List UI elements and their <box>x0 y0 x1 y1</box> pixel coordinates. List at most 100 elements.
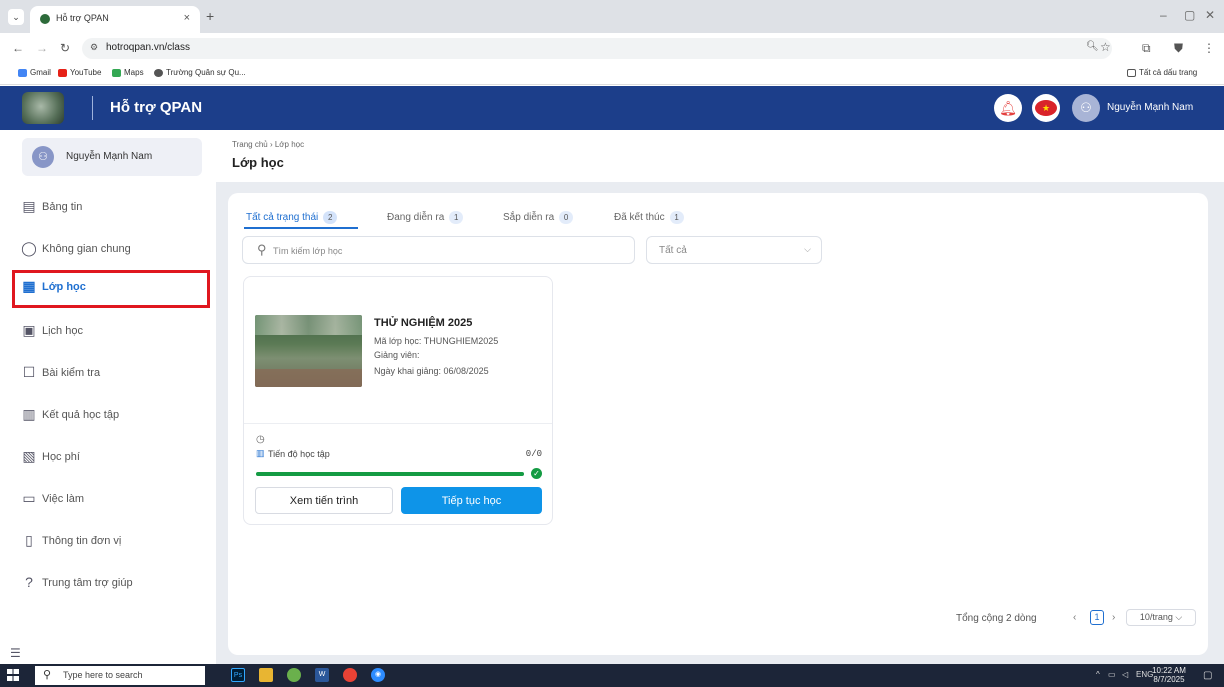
page-size-select[interactable]: 10/trang ⌵ <box>1126 609 1196 626</box>
bar-chart-icon: ▥ <box>256 448 265 458</box>
tab-label: Đang diễn ra <box>387 212 445 223</box>
windows-taskbar: ⚲ Type here to search Ps W ◉ ^ ▭ ◁ ENG 1… <box>0 664 1224 687</box>
tab-count-badge: 1 <box>669 211 684 224</box>
notification-bell-icon[interactable]: 🔔︎ <box>994 94 1022 122</box>
browser-menu-icon[interactable]: ⋮ <box>1203 41 1215 55</box>
next-page-icon[interactable]: › <box>1112 612 1115 623</box>
course-start-date: Ngày khai giảng: 06/08/2025 <box>374 366 489 376</box>
address-bar[interactable]: ⚙ hotroqpan.vn/class 🔍︎ ☆ <box>82 38 1112 59</box>
breadcrumb[interactable]: Trang chủ › Lớp học <box>232 140 304 149</box>
prev-page-icon[interactable]: ‹ <box>1073 612 1076 623</box>
newsfeed-icon: ▤ <box>22 198 36 214</box>
continue-learning-button[interactable]: Tiếp tục học <box>401 487 542 514</box>
vietnam-flag-icon: ★ <box>1035 100 1057 116</box>
progress-bar-fill <box>256 472 524 476</box>
sidebar-item-bang-tin[interactable]: ▤ Bảng tin <box>12 190 210 224</box>
chevron-down-icon: ⌵ <box>804 244 811 254</box>
site-info-icon[interactable]: ⚙ <box>90 42 98 53</box>
app-logo[interactable] <box>22 92 64 124</box>
tab-finished[interactable]: Đã kết thúc 1 <box>614 211 684 224</box>
profile-shield-icon[interactable]: ⛊ <box>1174 41 1183 56</box>
taskbar-clock[interactable]: 10:22 AM 8/7/2025 <box>1149 666 1189 684</box>
course-thumbnail[interactable] <box>255 315 362 387</box>
photoshop-icon[interactable]: Ps <box>231 668 245 682</box>
grid-icon: ▦ <box>22 278 36 294</box>
all-bookmarks[interactable]: Tất cả dấu trang <box>1127 68 1197 77</box>
tab-count-badge: 2 <box>323 211 338 224</box>
bookmark-maps[interactable]: Maps <box>112 68 144 77</box>
notification-center-icon[interactable]: ▢ <box>1203 670 1212 681</box>
reload-icon[interactable]: ↻ <box>60 41 70 55</box>
card-divider <box>244 423 552 424</box>
tab-ongoing[interactable]: Đang diễn ra 1 <box>387 211 464 224</box>
minimize-icon[interactable]: – <box>1160 8 1167 22</box>
sidebar-item-ket-qua-hoc-tap[interactable]: ▥ Kết quả học tập <box>12 398 210 432</box>
back-icon[interactable]: ← <box>12 41 24 55</box>
page-size-value: 10/trang <box>1139 612 1173 622</box>
restore-icon[interactable]: ▢ <box>1184 8 1195 22</box>
search-icon: ⚲ <box>43 669 52 681</box>
new-tab-icon[interactable]: + <box>206 8 214 24</box>
tab-count-badge: 1 <box>449 211 464 224</box>
tab-search-chevron-icon[interactable]: ⌄ <box>8 9 24 25</box>
chrome-icon[interactable] <box>343 668 357 682</box>
page-header: Trang chủ › Lớp học Lớp học <box>216 130 1224 182</box>
sidebar-item-label: Lịch học <box>42 325 83 337</box>
tab-count-badge: 0 <box>559 211 574 224</box>
bookmark-star-icon[interactable]: ☆ <box>1100 40 1111 54</box>
header-user-name[interactable]: Nguyễn Mạnh Nam <box>1107 102 1193 113</box>
header-avatar[interactable]: ⚇ <box>1072 94 1100 122</box>
sidebar-item-lich-hoc[interactable]: ▣ Lịch học <box>12 314 210 348</box>
sidebar-user-card[interactable]: ⚇ Nguyễn Mạnh Nam <box>22 138 202 176</box>
search-input[interactable] <box>273 243 613 259</box>
tab-label: Sắp diễn ra <box>503 212 555 223</box>
sidebar-item-label: Thông tin đơn vị <box>42 535 122 547</box>
sidebar-item-lop-hoc[interactable]: ▦ Lớp học <box>12 270 210 308</box>
sidebar-item-khong-gian-chung[interactable]: ◯ Không gian chung <box>12 232 210 266</box>
sidebar-item-hoc-phi[interactable]: ▧ Học phí <box>12 440 210 474</box>
briefcase-icon: ▭ <box>22 490 36 506</box>
clock-icon: ◷ <box>256 434 265 445</box>
sidebar-item-bai-kiem-tra[interactable]: ☐ Bài kiểm tra <box>12 356 210 390</box>
tray-network-icon[interactable]: ▭ <box>1108 670 1116 679</box>
page-number-current[interactable]: 1 <box>1090 610 1104 625</box>
language-flag-button[interactable]: ★ <box>1032 94 1060 122</box>
fee-icon: ▧ <box>22 448 36 464</box>
pagination-total: Tổng cộng 2 dòng <box>956 613 1037 624</box>
app-green-icon[interactable] <box>287 668 301 682</box>
search-box[interactable]: ⚲ <box>242 236 635 264</box>
progress-count: 0/0 <box>525 449 542 459</box>
chat-icon: ◯ <box>21 240 37 256</box>
zoom-icon[interactable]: 🔍︎ <box>1086 41 1099 52</box>
bookmark-gmail[interactable]: Gmail <box>18 68 51 77</box>
browser-tabstrip: ⌄ Hỗ trợ QPAN × + – ▢ ✕ <box>0 0 1224 33</box>
status-filter-select[interactable]: Tất cả ⌵ <box>646 236 822 264</box>
tab-all-status[interactable]: Tất cả trạng thái 2 <box>246 211 338 224</box>
view-progress-button[interactable]: Xem tiến trình <box>255 487 393 514</box>
tab-close-icon[interactable]: × <box>184 12 190 24</box>
tab-title: Hỗ trợ QPAN <box>56 13 109 23</box>
word-icon[interactable]: W <box>315 668 329 682</box>
browser-tab[interactable]: Hỗ trợ QPAN × <box>30 6 200 33</box>
course-title[interactable]: THỬ NGHIỆM 2025 <box>374 317 472 329</box>
tray-chevron-icon[interactable]: ^ <box>1096 670 1100 679</box>
taskbar-search[interactable]: ⚲ Type here to search <box>35 666 205 685</box>
bookmark-youtube[interactable]: YouTube <box>58 68 101 77</box>
sidebar-item-label: Việc làm <box>42 493 84 505</box>
sidebar-item-trung-tam-tro-giup[interactable]: ? Trung tâm trợ giúp <box>12 566 210 600</box>
extensions-icon[interactable]: ⧉ <box>1142 41 1151 56</box>
collapse-sidebar-icon[interactable]: ☰ <box>10 646 21 660</box>
tab-upcoming[interactable]: Sắp diễn ra 0 <box>503 211 574 224</box>
clock-time: 10:22 AM <box>1152 666 1186 675</box>
windows-start-icon[interactable] <box>7 669 19 681</box>
tray-volume-icon[interactable]: ◁ <box>1122 670 1128 679</box>
zoom-app-icon[interactable]: ◉ <box>371 668 385 682</box>
sidebar-item-label: Kết quả học tập <box>42 409 120 421</box>
window-close-icon[interactable]: ✕ <box>1205 8 1215 22</box>
bookmark-truong-quan-su[interactable]: Trường Quân sự Qu... <box>154 68 246 77</box>
file-explorer-icon[interactable] <box>259 668 273 682</box>
sidebar-item-viec-lam[interactable]: ▭ Việc làm <box>12 482 210 516</box>
sidebar-item-thong-tin-don-vi[interactable]: ▯ Thông tin đơn vị <box>12 524 210 558</box>
forward-icon[interactable]: → <box>36 41 48 55</box>
course-card[interactable]: THỬ NGHIỆM 2025 Mã lớp học: THUNGHIEM202… <box>243 276 553 525</box>
